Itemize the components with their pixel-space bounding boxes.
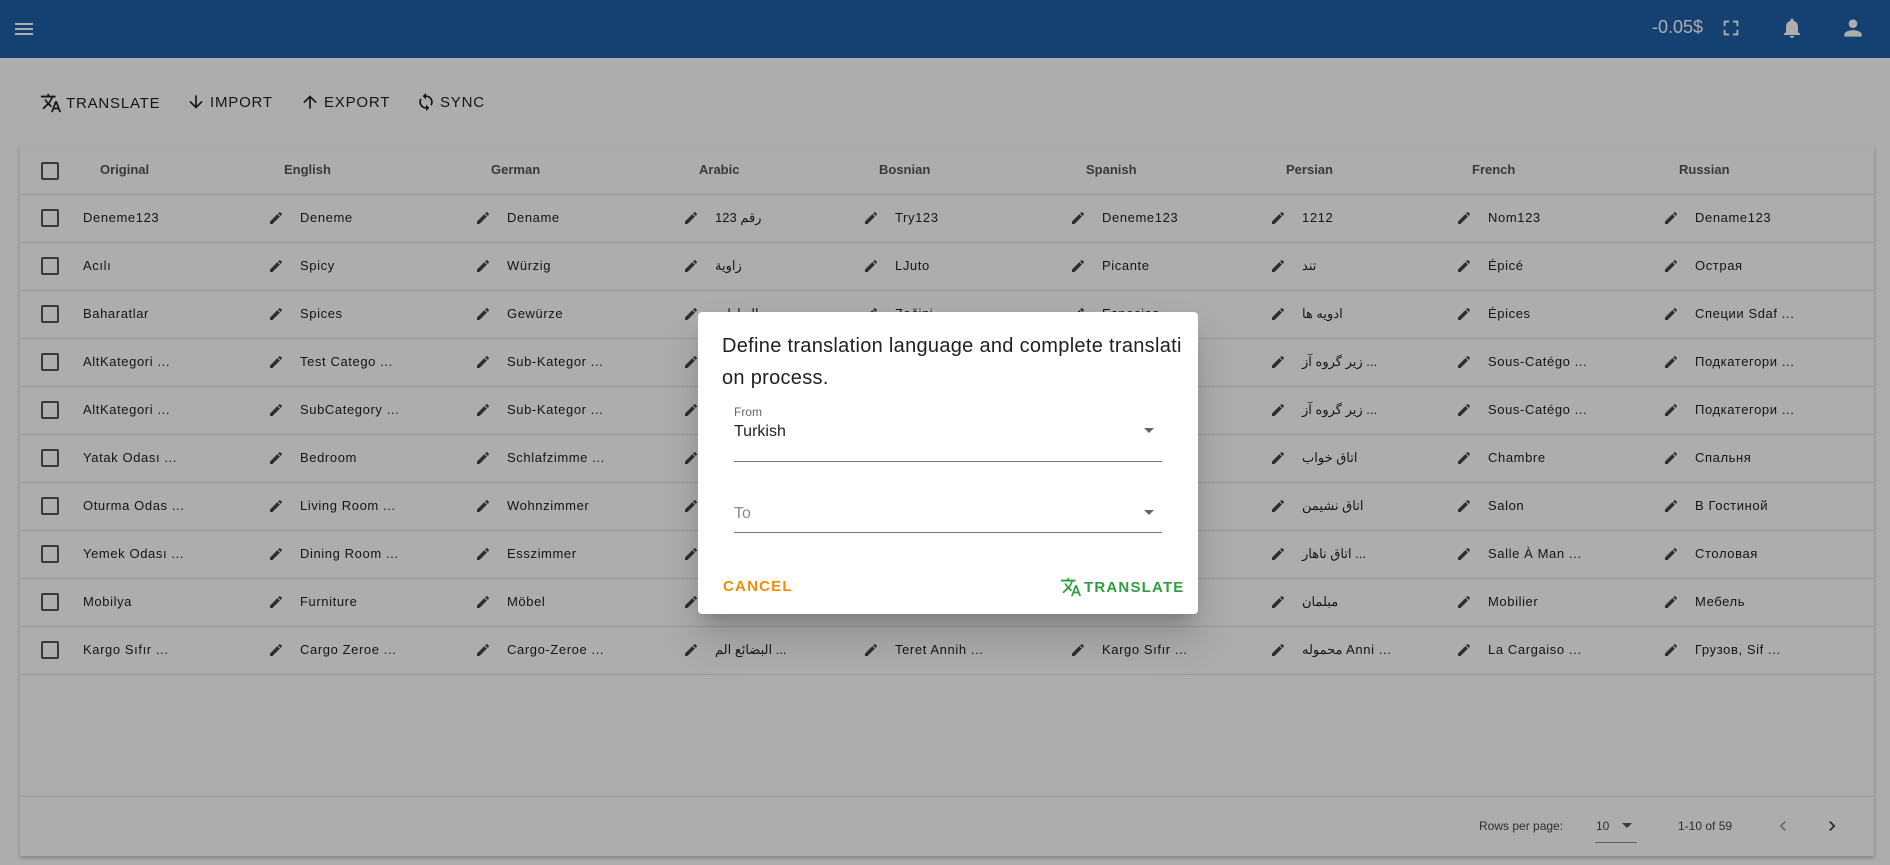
translate-icon	[1060, 577, 1082, 597]
from-language-select[interactable]: From Turkish	[734, 405, 1162, 462]
dropdown-caret-icon	[1144, 510, 1154, 515]
cancel-button[interactable]: CANCEL	[723, 578, 793, 595]
from-value: Turkish	[734, 423, 786, 440]
dialog-translate-label: TRANSLATE	[1084, 578, 1185, 596]
dialog-translate-button[interactable]: TRANSLATE	[1060, 576, 1185, 598]
to-language-select[interactable]: To	[734, 492, 1162, 533]
from-label: From	[734, 405, 762, 419]
dialog-title: Define translation language and complete…	[722, 335, 1182, 389]
translate-dialog: Define translation language and complete…	[698, 312, 1198, 614]
cancel-label: CANCEL	[723, 578, 793, 595]
dropdown-caret-icon	[1144, 428, 1154, 433]
to-placeholder: To	[734, 505, 751, 522]
